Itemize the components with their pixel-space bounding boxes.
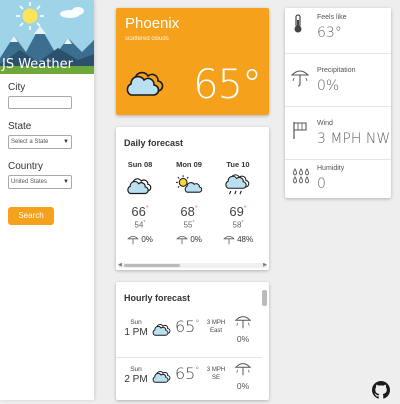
feels-like-value: 63° xyxy=(317,25,342,41)
hour-wind-direction: East xyxy=(209,328,222,334)
precipitation-label: Precipitation xyxy=(317,67,356,74)
hour-day: Sun xyxy=(130,319,142,326)
wind-value: 3 MPH NW xyxy=(317,131,391,147)
humidity-drops-icon xyxy=(291,165,311,190)
hour-precipitation: 0% xyxy=(234,360,252,391)
day-precipitation: 0% xyxy=(141,234,153,244)
scroll-left-icon[interactable]: ◀ xyxy=(118,262,122,268)
feels-like-label: Feels like xyxy=(317,14,347,21)
wind-label: Wind xyxy=(317,120,333,127)
sun-clouds-icon xyxy=(166,174,212,201)
umbrella-icon xyxy=(234,363,252,376)
daily-day: Mon 09 68° 55° 0% xyxy=(166,160,212,246)
day-name: Tue 10 xyxy=(226,160,250,169)
weather-description: scattered clouds xyxy=(125,36,169,42)
umbrella-icon xyxy=(127,235,139,244)
scrollbar-thumb[interactable] xyxy=(124,264,180,267)
day-name: Sun 08 xyxy=(127,160,153,169)
humidity-row: Humidity 0 xyxy=(285,159,391,204)
umbrella-icon xyxy=(290,67,310,92)
wind-row: Wind 3 MPH NW xyxy=(285,114,391,160)
umbrella-icon xyxy=(176,235,188,244)
hour-precipitation: 0% xyxy=(234,313,252,344)
current-temperature: 65° xyxy=(193,62,262,108)
vertical-scrollbar[interactable] xyxy=(262,286,267,398)
hourly-forecast-title: Hourly forecast xyxy=(124,293,191,303)
hour-wind-direction: SE xyxy=(211,375,220,381)
day-high: 69 xyxy=(229,204,244,219)
sidebar: JS Weather City State Select a State ▼ C… xyxy=(0,0,94,400)
clouds-icon xyxy=(117,174,163,201)
day-high: 68 xyxy=(180,204,195,219)
hour-clock: 1 PM xyxy=(124,327,148,338)
umbrella-icon xyxy=(234,316,252,329)
hour-wind-speed: 3 MPH xyxy=(206,320,226,326)
horizontal-scrollbar[interactable]: ◀ ▶ xyxy=(118,262,267,268)
rain-clouds-icon xyxy=(215,174,261,201)
thermometer-icon xyxy=(291,14,305,39)
hour-wind: 3 MPH SE xyxy=(204,366,228,382)
hour-wind-speed: 3 MPH xyxy=(206,367,226,373)
hour-time: Sun 2 PM xyxy=(124,366,148,385)
day-precipitation: 48% xyxy=(237,234,254,244)
hour-wind: 3 MPH East xyxy=(204,319,228,335)
daily-day: Tue 10 69° 58° 48% xyxy=(215,160,261,246)
hour-temperature: 65 xyxy=(175,317,196,336)
chevron-down-icon: ▼ xyxy=(63,179,69,185)
hourly-row: Sun 2 PM 65° 3 MPH SE 0% xyxy=(116,358,262,400)
humidity-label: Humidity xyxy=(317,165,345,172)
day-high: 66 xyxy=(131,204,146,219)
chevron-down-icon: ▼ xyxy=(63,139,69,145)
city-label: City xyxy=(8,82,26,93)
daily-forecast-title: Daily forecast xyxy=(124,138,184,148)
search-button[interactable]: Search xyxy=(8,207,54,225)
app-logo: JS Weather xyxy=(0,0,94,74)
hourly-row: Sun 1 PM 65° 3 MPH East 0% xyxy=(116,311,262,358)
country-selected: United States xyxy=(11,179,48,185)
hour-time: Sun 1 PM xyxy=(124,319,148,338)
clouds-icon xyxy=(123,66,169,103)
feels-like-row: Feels like 63° xyxy=(285,8,391,54)
daily-day: Sun 08 66° 54° 0% xyxy=(117,160,163,246)
state-label: State xyxy=(8,121,32,132)
clouds-icon xyxy=(151,321,173,342)
current-weather-card: Phoenix scattered clouds 65° xyxy=(116,8,269,115)
github-icon[interactable] xyxy=(372,381,390,404)
daily-forecast-card: Daily forecast Sun 08 66° 54° 0% Mon 09 xyxy=(116,127,269,270)
app-title: JS Weather xyxy=(2,57,73,72)
state-select[interactable]: Select a State ▼ xyxy=(8,135,72,149)
scroll-right-icon[interactable]: ▶ xyxy=(263,262,267,268)
hour-precipitation-value: 0% xyxy=(236,381,250,391)
umbrella-icon xyxy=(223,235,235,244)
hour-day: Sun xyxy=(130,366,142,373)
city-input[interactable] xyxy=(8,96,72,109)
humidity-value: 0 xyxy=(317,176,326,192)
hour-precipitation-value: 0% xyxy=(236,334,250,344)
clouds-icon xyxy=(151,368,173,389)
hour-clock: 2 PM xyxy=(124,374,148,385)
hour-temperature: 65 xyxy=(175,364,196,383)
country-label: Country xyxy=(8,161,44,172)
hourly-forecast-card: Hourly forecast Sun 1 PM 65° 3 MPH East xyxy=(116,282,269,400)
day-name: Mon 09 xyxy=(176,160,202,169)
search-form: City State Select a State ▼ Country Unit… xyxy=(8,82,88,225)
city-name: Phoenix xyxy=(125,15,180,32)
precipitation-value: 0% xyxy=(317,78,340,94)
state-selected: Select a State xyxy=(11,139,49,145)
scrollbar-thumb[interactable] xyxy=(262,290,267,306)
precipitation-row: Precipitation 0% xyxy=(285,61,391,107)
wind-flag-icon xyxy=(291,120,309,145)
day-precipitation: 0% xyxy=(190,234,202,244)
country-select[interactable]: United States ▼ xyxy=(8,175,72,189)
details-card: Feels like 63° Precipitation 0% Wind 3 M… xyxy=(285,8,391,198)
